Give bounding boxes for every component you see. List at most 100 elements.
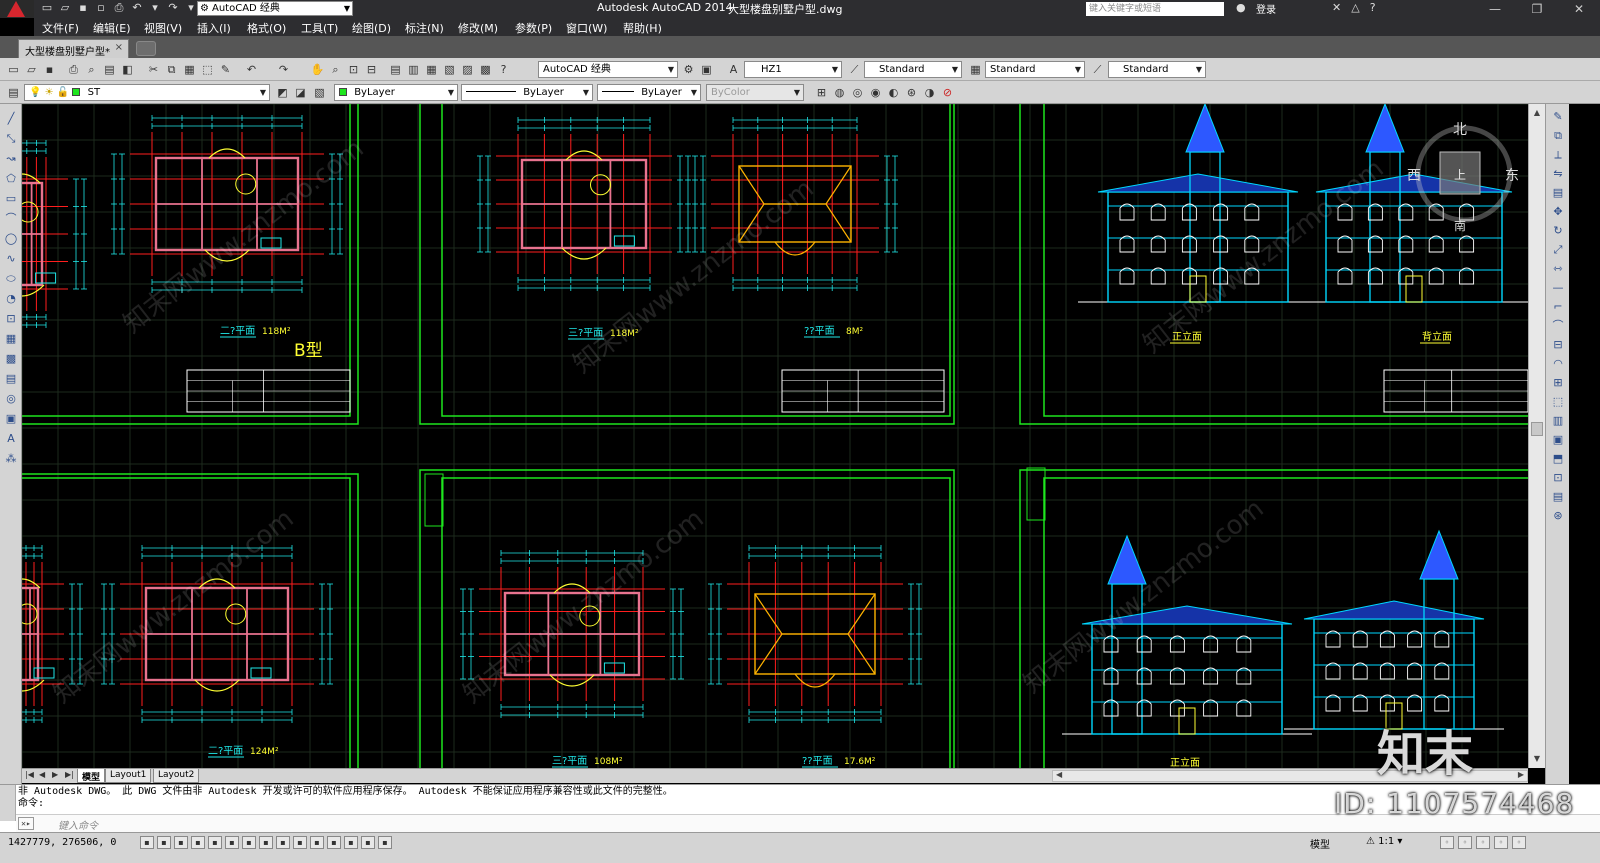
camera-icon[interactable]: ◐: [886, 85, 901, 100]
menu-draw[interactable]: 绘图(D): [352, 20, 391, 36]
otrack-toggle[interactable]: ▪: [259, 836, 273, 849]
copy-icon[interactable]: ⧉: [1549, 129, 1567, 143]
rotate-icon[interactable]: ↻: [1549, 224, 1567, 238]
help-icon[interactable]: ?: [496, 62, 511, 77]
arc-icon[interactable]: ⌒: [2, 212, 20, 226]
sheet-set-icon[interactable]: ▧: [442, 62, 457, 77]
login-button[interactable]: 登录: [1256, 1, 1276, 16]
exchange-icon[interactable]: ✕: [1332, 1, 1341, 14]
toolbar-lock-icon[interactable]: ▣: [699, 62, 714, 77]
layer-state-icon[interactable]: ▧: [312, 85, 327, 100]
dim-baseline-icon[interactable]: ▤: [1549, 490, 1567, 504]
cut-icon[interactable]: ✂: [146, 62, 161, 77]
calculator-icon[interactable]: ▩: [478, 62, 493, 77]
erase-icon[interactable]: ✎: [1549, 110, 1567, 124]
trim-icon[interactable]: —: [1549, 281, 1567, 295]
viewport-icon[interactable]: ⊞: [814, 85, 829, 100]
menu-dimension[interactable]: 标注(N): [405, 20, 444, 36]
preview-icon[interactable]: ⌕: [84, 62, 99, 77]
zoom-realtime-icon[interactable]: ⌕: [328, 62, 343, 77]
table-style-combo[interactable]: Standard ▼: [985, 61, 1085, 78]
file-tab[interactable]: 大型楼盘别墅户型* ×: [18, 39, 129, 58]
prev-layout-icon[interactable]: ◀: [39, 770, 45, 779]
3d-print-icon[interactable]: ◧: [120, 62, 135, 77]
open-icon[interactable]: ▱: [24, 62, 39, 77]
menu-insert[interactable]: 插入(I): [197, 20, 231, 36]
tab-model[interactable]: 模型: [77, 769, 106, 783]
scroll-right-icon[interactable]: ▶: [1518, 770, 1524, 779]
markup-icon[interactable]: ▨: [460, 62, 475, 77]
render-icon[interactable]: ◑: [922, 85, 937, 100]
drawing-canvas[interactable]: 二?平面 118M² 三?平面 118M² ??平面 8M² 二?平面 124M² 三?平面 10…: [22, 104, 1528, 768]
menu-modify[interactable]: 修改(M): [458, 20, 498, 36]
workspace-icon[interactable]: ◦: [1440, 836, 1454, 849]
gradient-icon[interactable]: ▤: [2, 372, 20, 386]
workspace-combo[interactable]: AutoCAD 经典 ▼: [538, 61, 678, 78]
menu-help[interactable]: 帮助(H): [623, 20, 662, 36]
dim-radius-icon[interactable]: ⊡: [1549, 471, 1567, 485]
menu-parametric[interactable]: 参数(P): [515, 20, 552, 36]
close-command-icon[interactable]: ✕▸: [18, 817, 34, 830]
redo-icon[interactable]: ↷: [166, 1, 180, 15]
shade-icon[interactable]: ◉: [868, 85, 883, 100]
polar-toggle[interactable]: ▪: [208, 836, 222, 849]
brush-icon[interactable]: ✎: [218, 62, 233, 77]
move-icon[interactable]: ✥: [1549, 205, 1567, 219]
menu-window[interactable]: 窗口(W): [566, 20, 607, 36]
publish-icon[interactable]: ▤: [102, 62, 117, 77]
tab-layout2[interactable]: Layout2: [153, 769, 200, 783]
sphere-icon[interactable]: ◎: [850, 85, 865, 100]
scale-icon[interactable]: ⤢: [1549, 243, 1567, 257]
make-block-icon[interactable]: ▦: [2, 332, 20, 346]
next-layout-icon[interactable]: ▶: [52, 770, 58, 779]
undo-dropdown-icon[interactable]: ▾: [148, 1, 162, 15]
a360-icon[interactable]: △: [1351, 1, 1359, 14]
hardware-icon[interactable]: ◦: [1476, 836, 1490, 849]
dim-aligned-icon[interactable]: ▣: [1549, 433, 1567, 447]
grid-toggle[interactable]: ▪: [174, 836, 188, 849]
scroll-up-icon[interactable]: ▲: [1529, 106, 1545, 120]
ortho-toggle[interactable]: ▪: [191, 836, 205, 849]
mleader-style-combo[interactable]: Standard ▼: [1108, 61, 1206, 78]
sc-toggle[interactable]: ▪: [361, 836, 375, 849]
command-window-grip[interactable]: [0, 785, 16, 821]
explode-icon[interactable]: ⬚: [1549, 395, 1567, 409]
isolate-icon[interactable]: ◦: [1494, 836, 1508, 849]
save-icon[interactable]: ▪: [42, 62, 57, 77]
line-icon[interactable]: ╱: [2, 112, 20, 126]
make-current-icon[interactable]: ◩: [275, 85, 290, 100]
construction-line-icon[interactable]: ⤡: [2, 132, 20, 146]
dyn-toggle[interactable]: ▪: [293, 836, 307, 849]
clean-icon[interactable]: ◦: [1512, 836, 1526, 849]
ellipse-arc-icon[interactable]: ◔: [2, 292, 20, 306]
insert-block-icon[interactable]: ⊡: [2, 312, 20, 326]
layer-previous-icon[interactable]: ◪: [293, 85, 308, 100]
model-space-button[interactable]: 模型: [1310, 836, 1330, 851]
region-icon[interactable]: ◎: [2, 392, 20, 406]
circle-icon[interactable]: ◯: [2, 232, 20, 246]
mleader-style-icon[interactable]: ⟋: [1090, 62, 1105, 77]
workspace-select[interactable]: ⚙ AutoCAD 经典 ▼: [197, 1, 353, 16]
copy-icon[interactable]: ⧉: [164, 62, 179, 77]
lwt-toggle[interactable]: ▪: [310, 836, 324, 849]
annotation-scale[interactable]: ⚠ 1:1 ▾: [1366, 836, 1402, 847]
new-icon[interactable]: ▭: [6, 62, 21, 77]
infer-toggle[interactable]: ▪: [140, 836, 154, 849]
dim-center-icon[interactable]: ⊛: [1549, 509, 1567, 523]
dim-linear-icon[interactable]: ▥: [1549, 414, 1567, 428]
scroll-thumb[interactable]: [1531, 422, 1543, 436]
search-input[interactable]: 键入关键字或短语: [1086, 2, 1224, 16]
orbit-icon[interactable]: ⊛: [904, 85, 919, 100]
save-icon[interactable]: ▪: [76, 1, 90, 15]
pan-icon[interactable]: ✋: [310, 62, 325, 77]
open-file-icon[interactable]: ▱: [58, 1, 72, 15]
am-toggle[interactable]: ▪: [378, 836, 392, 849]
save-as-icon[interactable]: ▫: [94, 1, 108, 15]
minimize-icon[interactable]: —: [1474, 0, 1516, 18]
mirror-icon[interactable]: ⟂: [1549, 148, 1567, 162]
mtext-icon[interactable]: A: [2, 432, 20, 446]
rectangle-icon[interactable]: ▭: [2, 192, 20, 206]
design-center-icon[interactable]: ▥: [406, 62, 421, 77]
hatch-icon[interactable]: ▩: [2, 352, 20, 366]
plot-icon[interactable]: ⎙: [112, 1, 126, 15]
